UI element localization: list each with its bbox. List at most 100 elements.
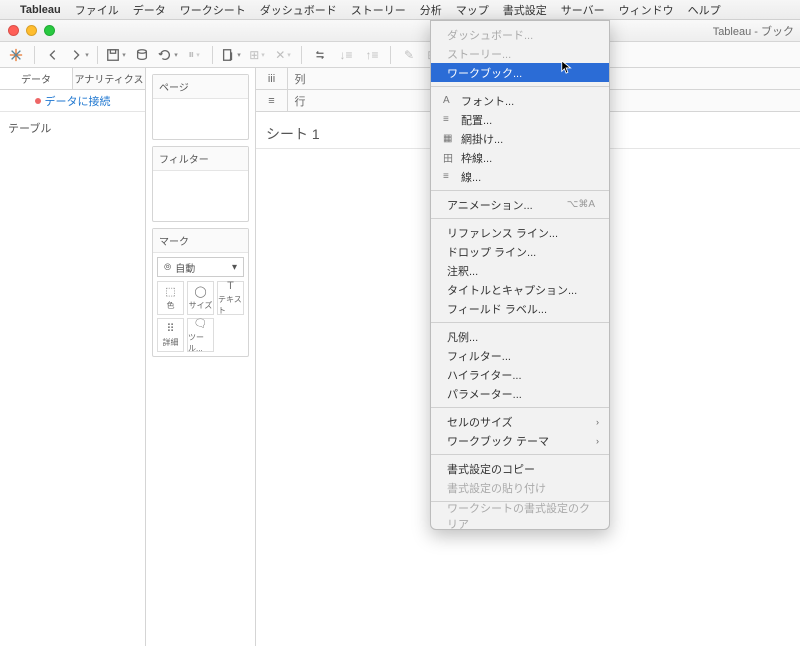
menu-help[interactable]: ヘルプ <box>688 2 721 18</box>
forward-button[interactable] <box>67 45 91 65</box>
mark-detail-button[interactable]: ⠿詳細 <box>157 318 184 352</box>
menu-window[interactable]: ウィンドウ <box>619 2 674 18</box>
menubar-app[interactable]: Tableau <box>20 4 61 16</box>
chevron-down-icon: ▾ <box>232 262 237 273</box>
tab-data-label: データ <box>21 71 51 86</box>
back-button[interactable] <box>41 45 65 65</box>
text-icon: T <box>227 280 234 292</box>
menu-item-label: 注釈... <box>447 263 478 279</box>
format-menu-item-10[interactable]: アニメーション... ⌥⌘A <box>431 195 609 214</box>
format-menu-item-6[interactable]: ▦ 網掛け... <box>431 129 609 148</box>
tableau-logo-icon[interactable] <box>4 45 28 65</box>
format-menu-item-5[interactable]: ≡配置... <box>431 110 609 129</box>
minimize-window-icon[interactable] <box>26 25 37 36</box>
format-menu-item-2[interactable]: ワークブック... <box>431 63 609 82</box>
close-window-icon[interactable] <box>8 25 19 36</box>
menu-analysis[interactable]: 分析 <box>420 2 442 18</box>
menu-map[interactable]: マップ <box>456 2 489 18</box>
format-menu-item-13[interactable]: ドロップ ライン... <box>431 242 609 261</box>
menu-item-label: ワークシートの書式設定のクリア <box>447 500 593 532</box>
format-menu-item-18[interactable]: 凡例... <box>431 327 609 346</box>
window-titlebar: Tableau - ブック <box>0 20 800 42</box>
menu-server[interactable]: サーバー <box>561 2 605 18</box>
chevron-right-icon: › <box>596 436 599 446</box>
menu-item-label: リファレンス ライン... <box>447 225 558 241</box>
menu-dashboard[interactable]: ダッシュボード <box>260 2 337 18</box>
rows-label-text: 行 <box>295 93 306 109</box>
format-menu-item-19[interactable]: フィルター... <box>431 346 609 365</box>
menu-item-label: 線... <box>461 169 481 185</box>
zoom-window-icon[interactable] <box>44 25 55 36</box>
format-menu-item-1: ストーリー... <box>431 44 609 63</box>
menu-item-label: フォント... <box>461 93 514 109</box>
format-menu-item-8[interactable]: ≡ 線... <box>431 167 609 186</box>
detail-icon: ⠿ <box>166 322 174 335</box>
mark-text-button[interactable]: Tテキスト <box>217 281 244 315</box>
menu-item-label: 配置... <box>461 112 492 128</box>
menu-item-label: タイトルとキャプション... <box>447 282 577 298</box>
menu-leading-icon: 田 <box>443 150 457 165</box>
format-menu-item-14[interactable]: 注釈... <box>431 261 609 280</box>
refresh-button[interactable] <box>156 45 180 65</box>
format-menu-item-20[interactable]: ハイライター... <box>431 365 609 384</box>
format-menu-item-12[interactable]: リファレンス ライン... <box>431 223 609 242</box>
filters-shelf-label: フィルター <box>153 147 248 171</box>
main-area: データ アナリティクス ‹ データに接続 テーブル ページ フィルター マーク <box>0 68 800 646</box>
format-menu-item-23[interactable]: セルのサイズ› <box>431 412 609 431</box>
clear-button[interactable]: ✕ <box>271 45 295 65</box>
tooltip-icon: 🗨 <box>194 317 208 330</box>
menu-leading-icon: ▦ <box>443 133 457 144</box>
format-menu-item-21[interactable]: パラメーター... <box>431 384 609 403</box>
mark-size-button[interactable]: ◯サイズ <box>187 281 214 315</box>
menu-worksheet[interactable]: ワークシート <box>180 2 246 18</box>
menu-separator <box>431 454 609 455</box>
macos-menubar: Tableau ファイル データ ワークシート ダッシュボード ストーリー 分析… <box>0 0 800 20</box>
menu-leading-icon: ≡ <box>443 171 457 182</box>
menu-item-label: 網掛け... <box>461 131 503 147</box>
tab-data[interactable]: データ <box>0 68 73 89</box>
format-menu-item-7[interactable]: 田枠線... <box>431 148 609 167</box>
menu-file[interactable]: ファイル <box>75 2 119 18</box>
menu-leading-icon: A <box>443 95 457 106</box>
connect-to-data[interactable]: データに接続 <box>0 90 145 112</box>
marks-card-label: マーク <box>153 229 248 253</box>
menu-format[interactable]: 書式設定 <box>503 2 547 18</box>
pages-shelf-label: ページ <box>153 75 248 99</box>
format-menu-item-0: ダッシュボード... <box>431 25 609 44</box>
chevron-right-icon: › <box>596 417 599 427</box>
menu-item-label: パラメーター... <box>447 386 522 402</box>
format-menu-item-15[interactable]: タイトルとキャプション... <box>431 280 609 299</box>
sort-desc-button[interactable]: ↑≡ <box>360 45 384 65</box>
format-menu-item-26[interactable]: 書式設定のコピー <box>431 459 609 478</box>
menu-item-label: ハイライター... <box>447 367 522 383</box>
duplicate-button[interactable]: ⊞ <box>245 45 269 65</box>
size-icon: ◯ <box>194 285 206 298</box>
menu-item-label: アニメーション... <box>447 197 533 213</box>
menu-item-label: 凡例... <box>447 329 478 345</box>
format-menu-item-16[interactable]: フィールド ラベル... <box>431 299 609 318</box>
mark-type-select[interactable]: ⦾ 自動 ▾ <box>157 257 244 277</box>
filters-shelf[interactable]: フィルター <box>152 146 249 222</box>
format-menu-item-4[interactable]: A フォント... <box>431 91 609 110</box>
columns-label-text: 列 <box>295 71 306 87</box>
save-button[interactable] <box>104 45 128 65</box>
menu-shortcut: ⌥⌘A <box>567 199 595 210</box>
tab-analytics[interactable]: アナリティクス ‹ <box>73 68 145 89</box>
mark-tooltip-button[interactable]: 🗨ツール... <box>187 318 214 352</box>
new-worksheet-button[interactable] <box>219 45 243 65</box>
mark-color-button[interactable]: ⬚色 <box>157 281 184 315</box>
pages-shelf[interactable]: ページ <box>152 74 249 140</box>
menu-item-label: 書式設定のコピー <box>447 461 535 477</box>
rows-icon: ≡ <box>268 95 274 107</box>
sort-asc-button[interactable]: ↓≡ <box>334 45 358 65</box>
menu-data[interactable]: データ <box>133 2 166 18</box>
new-data-button[interactable] <box>130 45 154 65</box>
highlight-button[interactable]: ✎ <box>397 45 421 65</box>
format-menu-item-24[interactable]: ワークブック テーマ› <box>431 431 609 450</box>
menu-item-label: ダッシュボード... <box>447 27 533 43</box>
swap-button[interactable] <box>308 45 332 65</box>
menu-separator <box>431 322 609 323</box>
auto-mark-icon: ⦾ <box>164 262 171 273</box>
auto-update-button[interactable]: ⏸ <box>182 45 206 65</box>
menu-story[interactable]: ストーリー <box>351 2 406 18</box>
